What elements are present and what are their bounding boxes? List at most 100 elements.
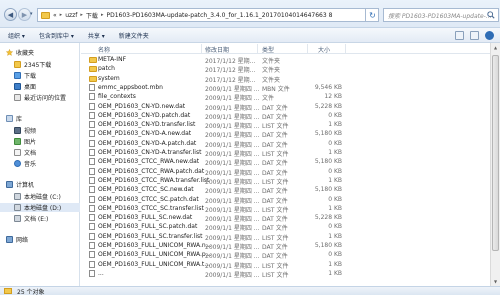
video-icon bbox=[14, 127, 21, 134]
file-name: emmc_appsboot.mbn bbox=[98, 83, 163, 91]
file-size: 0 KB bbox=[328, 139, 342, 147]
file-row[interactable]: OEM_PD1603_FULL_UNICOM_RWA.p... 2009/1/1 … bbox=[81, 250, 490, 260]
file-icon bbox=[89, 93, 95, 101]
nav-item-drive-c[interactable]: 本地磁盘 (C:) bbox=[14, 192, 61, 201]
file-row[interactable]: OEM_PD1603_CN-YD.new.dat 2009/1/1 星期四 ...… bbox=[81, 102, 490, 112]
search-placeholder: 搜索 PD1603-PD1603MA-update-... bbox=[388, 12, 492, 20]
folder-icon bbox=[4, 288, 12, 294]
drive-icon bbox=[14, 193, 21, 200]
file-row[interactable]: system 2017/1/12 星期... 文件夹 bbox=[81, 74, 490, 84]
file-row[interactable]: file_contexts 2009/1/1 星期四 ... 文件 12 KB bbox=[81, 92, 490, 102]
file-name: OEM_PD1603_FULL_SC.patch.dat bbox=[98, 223, 198, 231]
vertical-scrollbar[interactable]: ▲ ▼ bbox=[490, 43, 500, 286]
file-icon bbox=[89, 232, 95, 240]
nav-item-2345-downloads[interactable]: 2345下载 bbox=[14, 60, 51, 69]
breadcrumb-item-downloads[interactable]: 下载 bbox=[86, 11, 98, 20]
search-icon[interactable] bbox=[487, 11, 495, 19]
file-icon bbox=[89, 260, 95, 268]
nav-computer-label: 计算机 bbox=[16, 182, 35, 189]
file-row[interactable]: ... 2009/1/1 星期四 ... LIST 文件 1 KB bbox=[81, 269, 490, 279]
file-row[interactable]: OEM_PD1603_CTCC_SC.transfer.list 2009/1/1… bbox=[81, 204, 490, 214]
nav-item-downloads[interactable]: 下载 bbox=[14, 71, 36, 80]
breadcrumb-item-current[interactable]: PD1603-PD1603MA-update-patch_3.4.0_for_1… bbox=[106, 12, 332, 19]
star-icon bbox=[6, 49, 13, 56]
column-header-row: 名称 修改日期 类型 大小 bbox=[81, 43, 490, 54]
recent-places-icon bbox=[14, 94, 21, 101]
music-icon bbox=[14, 160, 21, 167]
breadcrumb-separator: ▸ bbox=[80, 12, 83, 18]
view-options-icon[interactable] bbox=[455, 31, 464, 40]
share-button[interactable]: 共享 ▾ bbox=[88, 31, 105, 40]
nav-item-recent[interactable]: 最近访问的位置 bbox=[14, 93, 66, 102]
new-folder-button[interactable]: 新建文件夹 bbox=[119, 31, 149, 40]
address-row: ◀ ▶ ▾ « ▸ uzzf ▸ 下载 ▸ PD1603-PD1603MA-up… bbox=[0, 0, 500, 28]
column-header-type[interactable]: 类型 bbox=[262, 45, 274, 54]
file-row[interactable]: OEM_PD1603_FULL_UNICOM_RWA.t... 2009/1/1 … bbox=[81, 260, 490, 270]
file-row[interactable]: OEM_PD1603_CTCC_SC.patch.dat 2009/1/1 星期四… bbox=[81, 195, 490, 205]
file-row[interactable]: patch 2017/1/12 星期... 文件夹 bbox=[81, 64, 490, 74]
file-row[interactable]: OEM_PD1603_CTCC_SC.new.dat 2009/1/1 星期四 .… bbox=[81, 185, 490, 195]
column-divider[interactable] bbox=[307, 44, 308, 53]
include-in-library-button[interactable]: 包含到库中 ▾ bbox=[39, 31, 74, 40]
file-row[interactable]: OEM_PD1603_CTCC_RWA.patch.dat 2009/1/1 星期… bbox=[81, 167, 490, 177]
file-size: 0 KB bbox=[328, 195, 342, 203]
nav-item-documents[interactable]: 文档 bbox=[14, 148, 36, 157]
file-size: 1 KB bbox=[328, 149, 342, 156]
search-input[interactable]: 搜索 PD1603-PD1603MA-update-... bbox=[383, 8, 499, 22]
file-name: META-INF bbox=[98, 56, 127, 63]
nav-item-label: 音乐 bbox=[24, 161, 37, 168]
nav-item-pictures[interactable]: 图片 bbox=[14, 137, 36, 146]
file-size: 1 KB bbox=[328, 204, 342, 212]
nav-item-drive-d[interactable]: 本地磁盘 (D:) bbox=[0, 203, 80, 212]
status-text: 25 个对象 bbox=[17, 288, 45, 295]
file-row[interactable]: OEM_PD1603_CTCC_RWA.new.dat 2009/1/1 星期四 … bbox=[81, 157, 490, 167]
nav-computer[interactable]: 计算机 bbox=[6, 180, 34, 189]
column-header-size[interactable]: 大小 bbox=[318, 45, 330, 54]
nav-favorites[interactable]: 收藏夹 bbox=[6, 48, 34, 57]
column-divider[interactable] bbox=[201, 44, 202, 53]
nav-item-music[interactable]: 音乐 bbox=[14, 159, 36, 168]
file-row[interactable]: META-INF 2017/1/12 星期... 文件夹 bbox=[81, 55, 490, 65]
breadcrumb-item-uzzf[interactable]: uzzf bbox=[65, 12, 77, 19]
file-list: META-INF 2017/1/12 星期... 文件夹 patch 2017/1/12… bbox=[81, 55, 490, 286]
file-size: 5,228 KB bbox=[314, 102, 342, 110]
file-row[interactable]: OEM_PD1603_CN-YD.patch.dat 2009/1/1 星期四 .… bbox=[81, 111, 490, 121]
file-size: 0 KB bbox=[328, 111, 342, 119]
nav-item-desktop[interactable]: 桌面 bbox=[14, 82, 36, 91]
organize-button[interactable]: 组织 ▾ bbox=[8, 31, 25, 40]
scrollbar-thumb[interactable] bbox=[492, 55, 499, 251]
column-divider[interactable] bbox=[257, 44, 258, 53]
file-name: OEM_PD1603_CN-YD-A.patch.dat bbox=[98, 139, 197, 147]
nav-item-drive-e[interactable]: 文档 (E:) bbox=[14, 214, 48, 223]
recent-pages-dropdown[interactable]: ▾ bbox=[30, 11, 33, 17]
scroll-up-arrow-icon[interactable]: ▲ bbox=[491, 43, 500, 52]
file-row[interactable]: OEM_PD1603_FULL_SC.patch.dat 2009/1/1 星期四… bbox=[81, 222, 490, 232]
address-bar[interactable]: « ▸ uzzf ▸ 下载 ▸ PD1603-PD1603MA-update-p… bbox=[37, 8, 379, 22]
refresh-icon[interactable]: ↻ bbox=[365, 8, 379, 22]
column-header-date[interactable]: 修改日期 bbox=[205, 45, 229, 54]
file-row[interactable]: OEM_PD1603_FULL_SC.transfer.list 2009/1/1… bbox=[81, 232, 490, 242]
file-row[interactable]: emmc_appsboot.mbn 2009/1/1 星期四 ... MBN 文件 9… bbox=[81, 83, 490, 93]
file-row[interactable]: OEM_PD1603_CN-YD-A.new.dat 2009/1/1 星期四 .… bbox=[81, 129, 490, 139]
column-header-name[interactable]: 名称 bbox=[98, 45, 110, 54]
back-button[interactable]: ◀ bbox=[4, 8, 17, 21]
file-row[interactable]: OEM_PD1603_CTCC_RWA.transfer.list 2009/1/… bbox=[81, 176, 490, 186]
file-size: 1 KB bbox=[328, 176, 342, 184]
file-row[interactable]: OEM_PD1603_CN-YD-A.patch.dat 2009/1/1 星期四… bbox=[81, 139, 490, 149]
help-icon[interactable] bbox=[485, 31, 494, 40]
file-icon bbox=[89, 223, 95, 231]
column-divider[interactable] bbox=[345, 44, 346, 53]
nav-item-label: 本地磁盘 (C:) bbox=[24, 194, 61, 201]
preview-pane-icon[interactable] bbox=[470, 31, 479, 40]
file-row[interactable]: OEM_PD1603_CN-YD-A.transfer.list 2009/1/1… bbox=[81, 148, 490, 158]
file-row[interactable]: OEM_PD1603_FULL_UNICOM_RWA.n... 2009/1/1 … bbox=[81, 241, 490, 251]
file-row[interactable]: OEM_PD1603_CN-YD.transfer.list 2009/1/1 星… bbox=[81, 120, 490, 130]
nav-network[interactable]: 网络 bbox=[6, 235, 28, 244]
scroll-down-arrow-icon[interactable]: ▼ bbox=[491, 277, 500, 286]
file-size: 0 KB bbox=[328, 223, 342, 231]
nav-item-videos[interactable]: 视频 bbox=[14, 126, 36, 135]
file-row[interactable]: OEM_PD1603_FULL_SC.new.dat 2009/1/1 星期四 .… bbox=[81, 213, 490, 223]
breadcrumb-overflow[interactable]: « bbox=[53, 12, 57, 19]
desktop-icon bbox=[14, 83, 21, 90]
nav-libraries[interactable]: 库 bbox=[6, 114, 22, 123]
